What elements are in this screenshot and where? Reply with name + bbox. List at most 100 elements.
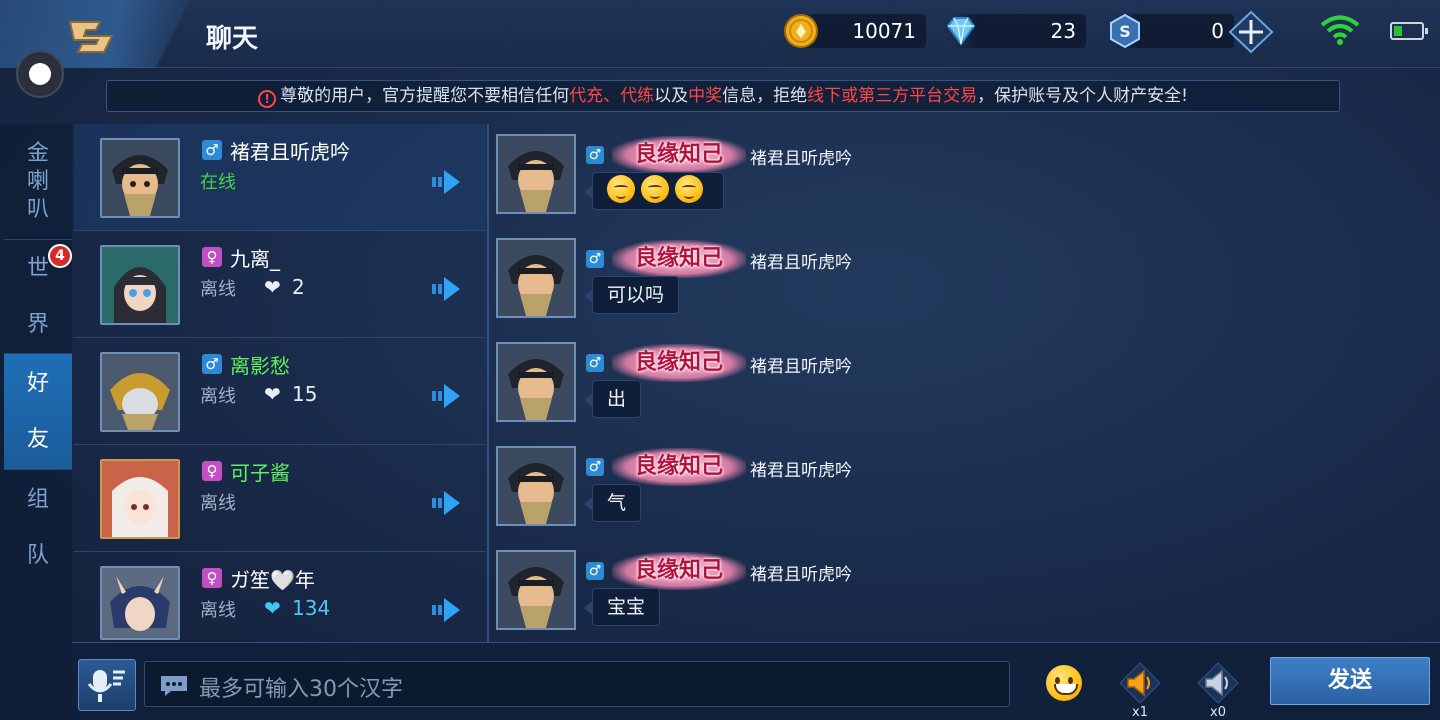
avatar: [100, 459, 180, 539]
gold-speaker-count: x1: [1132, 705, 1148, 720]
tab-world[interactable]: 世界 4: [4, 240, 72, 354]
male-icon: ♂: [586, 146, 604, 164]
tab-label: 组队: [26, 487, 49, 568]
voucher-value: 0: [1211, 19, 1224, 43]
friend-status: 离线: [200, 493, 236, 514]
friend-name: 离影愁: [230, 354, 290, 378]
tab-label: 好友: [26, 370, 49, 452]
chat-messages: ♂ 良缘知己 褚君且听虎吟 ♂ 良缘知己 褚君且听虎吟 可以吗 ♂ 良缘知己 褚…: [490, 124, 1440, 642]
voice-input-button[interactable]: [78, 659, 136, 711]
silver-speaker-icon: [1197, 662, 1239, 704]
friend-name: 可子酱: [230, 461, 290, 485]
friend-item[interactable]: ♂ 离影愁 离线 ❤ 15: [74, 338, 486, 445]
notice-text-3: 信息，拒绝: [722, 86, 808, 106]
notice-text-4: ，保护账号及个人财产安全!: [977, 86, 1188, 106]
microphone-icon: [87, 670, 125, 702]
open-chat-arrow-icon[interactable]: [432, 382, 462, 410]
relationship-badge: 良缘知己: [612, 344, 746, 382]
diamond-icon: [946, 17, 976, 46]
male-icon: ♂: [586, 562, 604, 580]
friend-status: 离线: [200, 279, 236, 300]
friend-item[interactable]: ♀ 九离_ 离线 ❤ 2: [74, 231, 486, 338]
avatar: [100, 245, 180, 325]
open-chat-arrow-icon[interactable]: [432, 275, 462, 303]
chat-message: ♂ 良缘知己 褚君且听虎吟: [490, 124, 1440, 228]
tab-friends[interactable]: 好友: [4, 354, 72, 470]
channel-tabs: 金喇叭 世界 4 好友 组队: [0, 124, 72, 720]
sender-avatar[interactable]: [496, 238, 576, 318]
smile-emoji-icon: [641, 175, 669, 203]
female-icon: ♀: [202, 247, 222, 267]
tab-label: 金喇叭: [26, 140, 49, 222]
chat-bubble-icon: [161, 676, 187, 696]
male-icon: ♂: [202, 354, 222, 374]
avatar: [100, 352, 180, 432]
tab-label: 世界: [26, 255, 49, 337]
tab-team[interactable]: 组队: [4, 470, 72, 586]
sender-avatar[interactable]: [496, 550, 576, 630]
diamond-value: 23: [1050, 19, 1076, 43]
intimacy-heart-icon: ❤: [264, 382, 281, 406]
open-chat-arrow-icon[interactable]: [432, 489, 462, 517]
open-chat-arrow-icon[interactable]: [432, 168, 462, 196]
chat-message: ♂ 良缘知己 褚君且听虎吟 宝宝: [490, 540, 1440, 644]
friend-name: 褚君且听虎吟: [230, 140, 350, 164]
avatar: [100, 138, 180, 218]
notice-highlight-2: 中奖: [688, 86, 723, 106]
sender-avatar[interactable]: [496, 342, 576, 422]
sender-name: 褚君且听虎吟: [750, 357, 852, 377]
silver-speaker-button[interactable]: x0: [1196, 661, 1240, 720]
message-bubble: 宝宝: [583, 588, 661, 626]
input-bar: 最多可输入30个汉字 x1 x0 发送: [72, 642, 1440, 720]
gold-coin-icon: [784, 14, 818, 48]
friend-item[interactable]: ♀ ガ笙🤍年 离线 ❤ 134: [74, 552, 486, 642]
sender-avatar[interactable]: [496, 134, 576, 214]
sender-avatar[interactable]: [496, 446, 576, 526]
notice-text-2: 以及: [654, 86, 689, 106]
silver-speaker-count: x0: [1210, 705, 1226, 720]
send-button[interactable]: 发送: [1270, 657, 1430, 705]
smile-emoji-icon: [607, 175, 635, 203]
emoji-button[interactable]: [1046, 665, 1082, 701]
chat-message: ♂ 良缘知己 褚君且听虎吟 气: [490, 436, 1440, 540]
warning-icon: !: [258, 90, 277, 108]
intimacy-heart-icon: ❤: [264, 596, 281, 620]
gold-speaker-button[interactable]: x1: [1118, 661, 1162, 720]
message-bubble: 可以吗: [583, 276, 680, 314]
relationship-badge: 良缘知己: [612, 552, 746, 590]
intimacy-count: 15: [292, 382, 318, 406]
female-icon: ♀: [202, 461, 222, 481]
friend-item[interactable]: ♀ 可子酱 离线: [74, 445, 486, 552]
relationship-badge: 良缘知己: [612, 240, 746, 278]
relationship-badge: 良缘知己: [612, 448, 746, 486]
add-currency-button[interactable]: [1228, 10, 1274, 54]
floating-assist-button[interactable]: [16, 50, 64, 98]
svg-text:S: S: [1119, 22, 1131, 41]
friend-item[interactable]: ♂ 褚君且听虎吟 在线: [74, 124, 486, 231]
gold-value: 10071: [852, 19, 916, 43]
intimacy-count: 2: [292, 275, 305, 299]
chat-message: ♂ 良缘知己 褚君且听虎吟 可以吗: [490, 228, 1440, 332]
friend-status: 在线: [200, 172, 236, 193]
security-notice: ! 尊敬的用户，官方提醒您不要相信任何代充、代练以及中奖信息，拒绝线下或第三方平台…: [106, 80, 1340, 112]
chat-message: ♂ 良缘知己 褚君且听虎吟 出: [490, 332, 1440, 436]
sender-name: 褚君且听虎吟: [750, 253, 852, 273]
male-icon: ♂: [586, 458, 604, 476]
message-bubble: 出: [583, 380, 642, 418]
friend-status: 离线: [200, 600, 236, 621]
intimacy-count: 134: [292, 596, 331, 620]
female-icon: ♀: [202, 568, 222, 588]
voucher-icon: S: [1110, 13, 1140, 49]
voucher-counter: S 0: [1110, 13, 1234, 49]
diamond-counter: 23: [946, 14, 1086, 48]
chat-input[interactable]: 最多可输入30个汉字: [144, 661, 1010, 707]
friend-list: ♂ 褚君且听虎吟 在线 ♀ 九离_ 离线 ❤ 2 ♂ 离影愁 离线 ❤ 15 ♀…: [74, 124, 486, 642]
friend-name: ガ笙🤍年: [230, 568, 315, 592]
smile-emoji-icon: [675, 175, 703, 203]
tab-gold-horn[interactable]: 金喇叭: [4, 124, 72, 240]
sender-name: 褚君且听虎吟: [750, 565, 852, 585]
open-chat-arrow-icon[interactable]: [432, 596, 462, 624]
page-title: 聊天: [206, 24, 259, 54]
notice-text-1: 尊敬的用户，官方提醒您不要相信任何: [280, 86, 570, 106]
message-bubble: [584, 172, 724, 210]
